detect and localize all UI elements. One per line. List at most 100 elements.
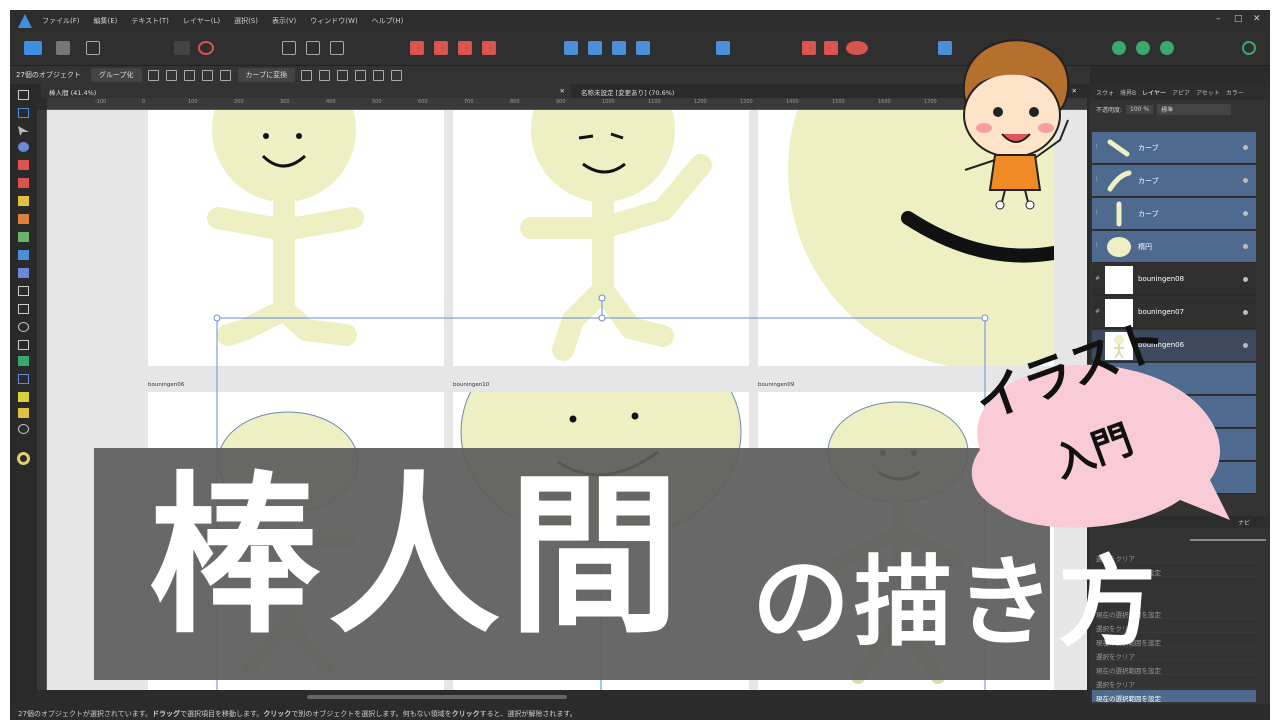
- flip-vertical-icon[interactable]: [588, 41, 602, 55]
- tab-appearance[interactable]: アピア: [1172, 88, 1190, 97]
- distribute-icon[interactable]: [183, 69, 195, 81]
- snapping-icon[interactable]: [198, 41, 214, 55]
- maximize-button[interactable]: □: [1234, 14, 1243, 24]
- layer-type-icon: ⌇: [1095, 242, 1098, 249]
- export-persona-icon[interactable]: [86, 41, 100, 55]
- boolean-divide-icon[interactable]: [482, 41, 496, 55]
- boolean-intersect-icon[interactable]: [458, 41, 472, 55]
- pen-tool-icon[interactable]: [18, 160, 29, 170]
- align-bottom-icon[interactable]: [391, 69, 403, 81]
- horizontal-scrollbar[interactable]: [47, 693, 1087, 701]
- snap-grid-icon[interactable]: [802, 41, 816, 55]
- layer-row[interactable]: # bouningen08: [1092, 264, 1256, 296]
- layer-row[interactable]: ⌇ カーブ: [1092, 198, 1256, 230]
- layer-row[interactable]: ⌇ カーブ: [1092, 165, 1256, 197]
- arrange-icon-2[interactable]: [306, 41, 320, 55]
- tab-close-icon[interactable]: ✕: [560, 87, 565, 95]
- account-icon[interactable]: [1242, 41, 1256, 55]
- settings-icon[interactable]: [174, 41, 190, 55]
- tab-navigator[interactable]: ナビ: [1238, 518, 1250, 527]
- align-center-icon[interactable]: [165, 69, 177, 81]
- corner-tool-icon[interactable]: [18, 142, 29, 152]
- align-top-icon[interactable]: [355, 69, 367, 81]
- tab-swatches[interactable]: スウォ: [1096, 88, 1114, 97]
- layer-row[interactable]: ⌇ カーブ: [1092, 132, 1256, 164]
- visibility-dot-icon[interactable]: [1243, 244, 1248, 249]
- rectangle-tool-icon[interactable]: [18, 304, 29, 314]
- group-button[interactable]: グループ化: [90, 68, 142, 82]
- text-tool-icon[interactable]: [18, 374, 29, 384]
- visibility-dot-icon[interactable]: [1243, 178, 1248, 183]
- pencil-tool-icon[interactable]: [18, 178, 29, 188]
- visibility-dot-icon[interactable]: [1243, 277, 1248, 282]
- eyedropper-icon[interactable]: [18, 408, 29, 418]
- gradient-tool-icon[interactable]: [18, 268, 29, 278]
- layer-type-icon: ⌇: [1095, 176, 1098, 183]
- pixel-persona-icon[interactable]: [56, 41, 70, 55]
- artboard-tool-icon[interactable]: [18, 108, 29, 118]
- tab-color[interactable]: カラー: [1226, 88, 1244, 97]
- arrange-icon-3[interactable]: [330, 41, 344, 55]
- artistic-text-icon[interactable]: [18, 392, 29, 402]
- menu-layer[interactable]: レイヤー(L): [183, 16, 220, 26]
- history-item-current[interactable]: 現在の選択範囲を設定: [1092, 690, 1256, 703]
- tab-stickman[interactable]: 棒人間 (41.4%) ✕: [41, 84, 571, 98]
- menu-file[interactable]: ファイル(F): [42, 16, 80, 26]
- blend-mode-select[interactable]: 標準: [1157, 103, 1232, 115]
- grid-icon[interactable]: [201, 69, 213, 81]
- tab-layers[interactable]: レイヤー: [1142, 88, 1166, 97]
- scroll-thumb[interactable]: [307, 695, 567, 699]
- designer-persona-icon[interactable]: [24, 41, 42, 55]
- tab-stroke[interactable]: 境界B: [1120, 88, 1136, 97]
- align-hcenter-icon[interactable]: [319, 69, 331, 81]
- align-right-icon[interactable]: [337, 69, 349, 81]
- color-wheel-icon[interactable]: [17, 452, 30, 465]
- flip-horizontal-icon[interactable]: [564, 41, 578, 55]
- boolean-subtract-icon[interactable]: [434, 41, 448, 55]
- vector-brush-icon[interactable]: [18, 196, 29, 206]
- menu-window[interactable]: ウィンドウ(W): [310, 16, 357, 26]
- history-item[interactable]: 現在の選択範囲を設定: [1092, 662, 1256, 675]
- assistant-icon[interactable]: [1112, 41, 1126, 55]
- history-item[interactable]: 選択をクリア: [1092, 676, 1256, 689]
- convert-to-curves-button[interactable]: カーブに変換: [237, 68, 296, 82]
- align-left-icon[interactable]: [301, 69, 313, 81]
- rotate-right-icon[interactable]: [636, 41, 650, 55]
- menu-help[interactable]: ヘルプ(H): [372, 16, 404, 26]
- menu-select[interactable]: 選択(S): [234, 16, 258, 26]
- fill-tool-icon[interactable]: [18, 214, 29, 224]
- visibility-dot-icon[interactable]: [1243, 343, 1248, 348]
- layer-row[interactable]: ⌇ 楕円: [1092, 231, 1256, 263]
- menu-edit[interactable]: 編集(E): [94, 16, 118, 26]
- transparency-tool-icon[interactable]: [18, 232, 29, 242]
- arrange-icon[interactable]: [282, 41, 296, 55]
- transform-origin-icon[interactable]: [147, 69, 159, 81]
- align-vcenter-icon[interactable]: [373, 69, 385, 81]
- rotate-left-icon[interactable]: [612, 41, 626, 55]
- place-image-icon[interactable]: [18, 250, 29, 260]
- tab-assets[interactable]: アセット: [1196, 88, 1220, 97]
- ellipse-tool-icon[interactable]: [18, 322, 29, 332]
- zoom-tool-icon[interactable]: [18, 424, 29, 434]
- opacity-field[interactable]: 100 %: [1126, 104, 1154, 114]
- assistant-icon-3[interactable]: [1160, 41, 1174, 55]
- visibility-dot-icon[interactable]: [1243, 211, 1248, 216]
- boolean-add-icon[interactable]: [410, 41, 424, 55]
- visibility-dot-icon[interactable]: [1243, 310, 1248, 315]
- target-icon[interactable]: [219, 69, 231, 81]
- shape-tool-icon[interactable]: [18, 340, 29, 350]
- assistant-icon-2[interactable]: [1136, 41, 1150, 55]
- menu-text[interactable]: テキスト(T): [131, 16, 169, 26]
- snap-bounds-icon[interactable]: [824, 41, 838, 55]
- color-picker-icon[interactable]: [18, 356, 29, 366]
- menu-view[interactable]: 表示(V): [272, 16, 296, 26]
- crop-tool-icon[interactable]: [18, 286, 29, 296]
- visibility-dot-icon[interactable]: [1243, 145, 1248, 150]
- close-button[interactable]: ✕: [1253, 14, 1261, 24]
- move-tool-icon[interactable]: [18, 90, 29, 100]
- minimize-button[interactable]: –: [1216, 14, 1221, 24]
- align-icon[interactable]: [716, 41, 730, 55]
- ruler-tick: -100: [95, 99, 107, 105]
- snapping-magnet-icon[interactable]: [846, 41, 868, 55]
- node-tool-icon[interactable]: [18, 126, 29, 136]
